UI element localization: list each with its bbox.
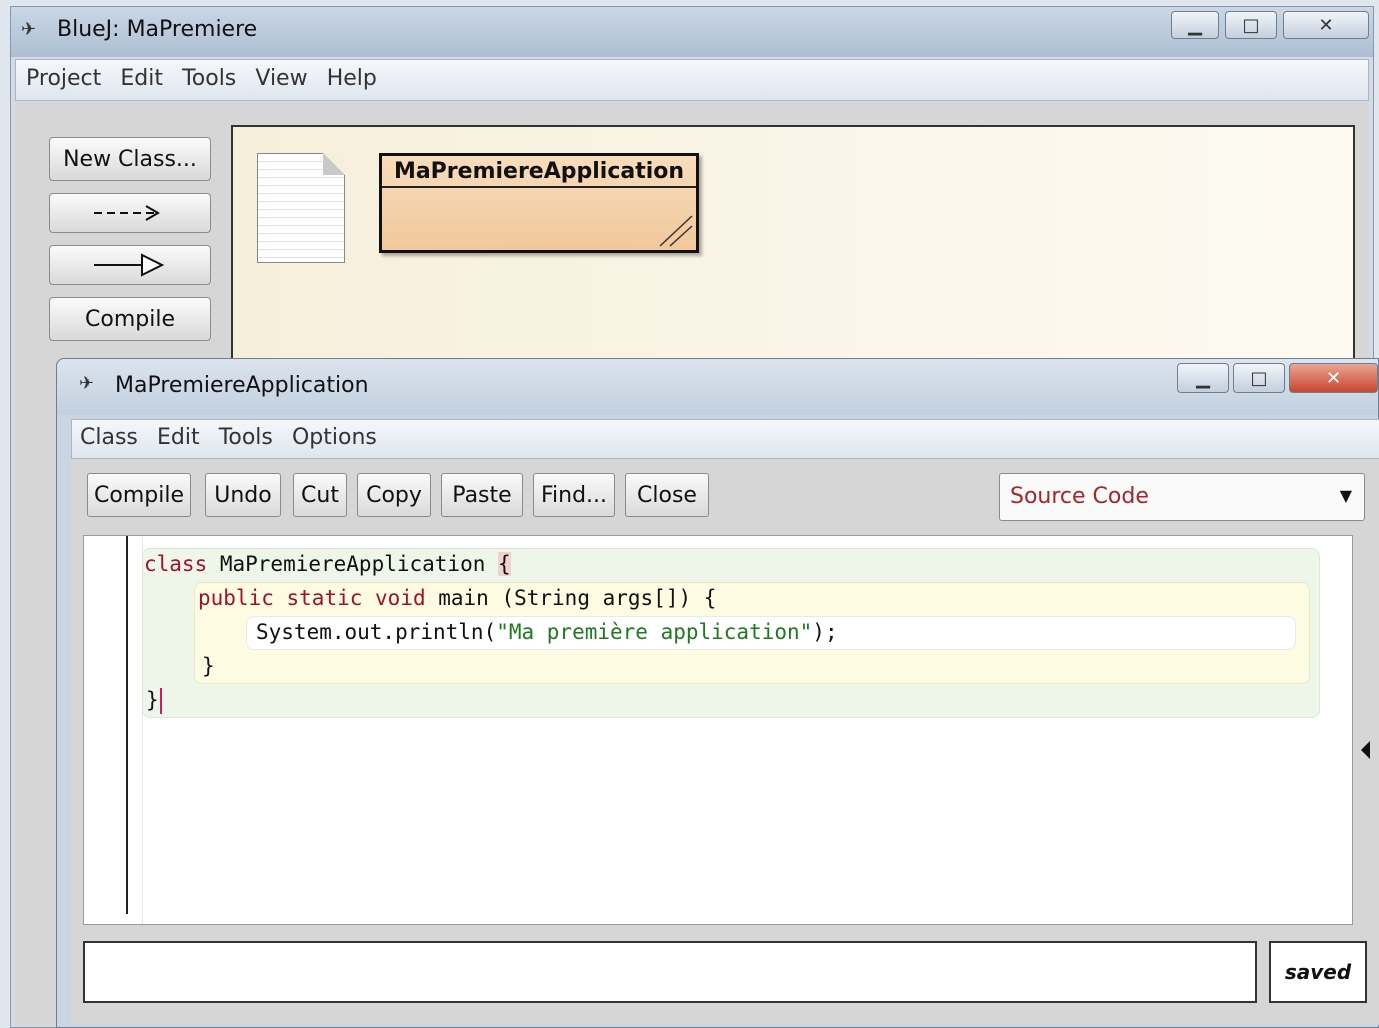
menu-project[interactable]: Project <box>26 66 101 91</box>
keyword-class: class <box>144 552 208 576</box>
close-button[interactable]: Close <box>625 473 709 517</box>
code-text: } <box>146 688 159 712</box>
editor-window-title: MaPremiereApplication <box>115 373 369 398</box>
code-text: main (String args[]) { <box>425 586 717 610</box>
menu-edit[interactable]: Edit <box>157 425 200 450</box>
menu-options[interactable]: Options <box>292 425 377 450</box>
code-line-5: } <box>146 688 162 714</box>
view-select-dropdown[interactable]: Source Code ▼ <box>999 473 1365 521</box>
string-literal: "Ma première application" <box>496 620 813 644</box>
class-box-mapremiereapplication[interactable]: MaPremiereApplication <box>379 153 699 253</box>
undo-button[interactable]: Undo <box>205 473 281 517</box>
main-menubar: Project Edit Tools View Help <box>15 59 1369 101</box>
editor-body: Compile Undo Cut Copy Paste Find... Clos… <box>71 459 1379 1025</box>
keyword-public: public <box>198 586 274 610</box>
class-box-name: MaPremiereApplication <box>382 156 696 188</box>
editor-window: ✈ MaPremiereApplication ▁ □ ✕ Class Edit… <box>56 358 1379 1028</box>
bluej-bird-icon: ✈ <box>79 373 95 394</box>
paste-button[interactable]: Paste <box>441 473 523 517</box>
code-line-1: class MaPremiereApplication { <box>144 552 511 576</box>
find-button[interactable]: Find... <box>533 473 615 517</box>
code-line-2: public static void main (String args[]) … <box>198 586 716 610</box>
menu-tools[interactable]: Tools <box>182 66 236 91</box>
menu-help[interactable]: Help <box>327 66 377 91</box>
inheritance-arrow-icon <box>94 253 165 277</box>
class-diagram-canvas[interactable]: MaPremiereApplication <box>231 125 1355 365</box>
status-message-area <box>83 941 1257 1003</box>
code-text: MaPremiereApplication <box>207 552 499 576</box>
menu-edit[interactable]: Edit <box>120 66 163 91</box>
text-caret <box>159 688 162 714</box>
saved-status-label: saved <box>1269 941 1367 1003</box>
maximize-icon[interactable]: □ <box>1225 11 1277 39</box>
resize-handle-icon[interactable] <box>654 214 694 248</box>
main-titlebar: ✈ BlueJ: MaPremiere ▁ □ ✕ <box>11 7 1373 57</box>
readme-document-icon[interactable] <box>257 153 345 263</box>
main-window-title: BlueJ: MaPremiere <box>57 17 258 42</box>
compile-project-button[interactable]: Compile <box>49 297 211 341</box>
copy-button[interactable]: Copy <box>357 473 431 517</box>
collapse-arrow-icon[interactable] <box>1361 741 1370 759</box>
compile-button[interactable]: Compile <box>87 473 191 517</box>
inheritance-arrow-button[interactable] <box>49 245 211 285</box>
editor-titlebar: ✈ MaPremiereApplication ▁ □ ✕ <box>57 359 1378 415</box>
view-select-value: Source Code <box>1010 484 1149 509</box>
menu-view[interactable]: View <box>255 66 307 91</box>
keyword-static: static <box>286 586 363 610</box>
code-line-4: } <box>202 654 215 678</box>
code-text: ); <box>812 620 838 644</box>
cut-button[interactable]: Cut <box>293 473 347 517</box>
dependency-arrow-button[interactable] <box>49 193 211 233</box>
code-line-3: System.out.println("Ma première applicat… <box>256 620 838 644</box>
menu-tools[interactable]: Tools <box>219 425 273 450</box>
bluej-bird-icon: ✈ <box>21 19 37 40</box>
editor-minimize-icon[interactable]: ▁ <box>1177 363 1229 393</box>
source-code-editor[interactable]: class MaPremiereApplication { public sta… <box>83 535 1353 925</box>
matched-brace: { <box>498 552 511 576</box>
editor-maximize-icon[interactable]: □ <box>1233 363 1285 393</box>
dashed-arrow-icon <box>94 205 160 221</box>
keyword-void: void <box>375 586 426 610</box>
close-icon[interactable]: ✕ <box>1283 11 1369 39</box>
editor-menubar: Class Edit Tools Options <box>71 419 1379 459</box>
code-text: System.out.println( <box>256 620 497 644</box>
menu-class[interactable]: Class <box>80 425 138 450</box>
chevron-down-icon: ▼ <box>1339 486 1352 505</box>
new-class-button[interactable]: New Class... <box>49 137 211 181</box>
editor-close-icon[interactable]: ✕ <box>1289 363 1378 393</box>
gutter-divider <box>126 536 128 914</box>
minimize-icon[interactable]: ▁ <box>1171 11 1219 39</box>
